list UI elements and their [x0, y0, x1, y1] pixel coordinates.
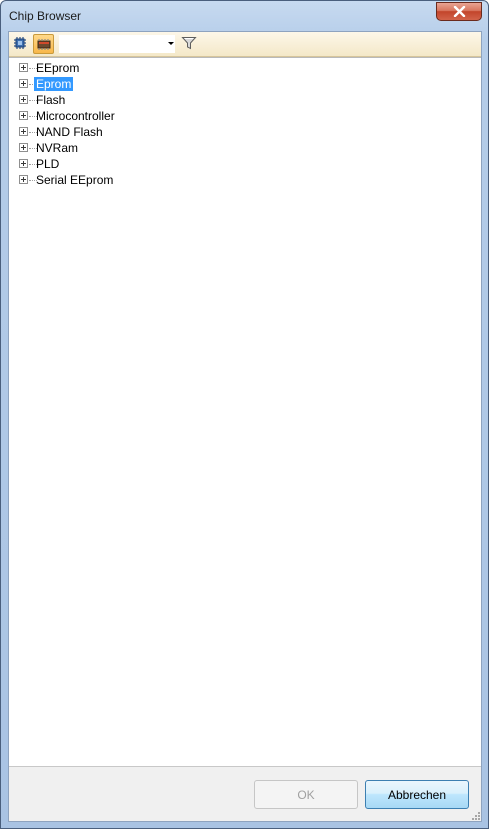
cancel-button[interactable]: Abbrechen: [365, 780, 469, 809]
expand-plus-icon[interactable]: [19, 143, 28, 152]
chip-browser-window: Chip Browser EEprom Eprom Flash Microcon…: [0, 0, 489, 829]
tree-item[interactable]: NAND Flash: [17, 124, 317, 140]
ok-button[interactable]: OK: [254, 780, 358, 809]
chip-package-icon: [37, 39, 51, 50]
tree-item[interactable]: NVRam: [17, 140, 317, 156]
tree-item-label[interactable]: NVRam: [34, 141, 80, 155]
dropdown-arrow-icon[interactable]: [166, 36, 176, 50]
tree-item-label[interactable]: Eprom: [34, 77, 74, 91]
chip-filter-combo[interactable]: [59, 35, 175, 53]
expand-plus-icon[interactable]: [19, 63, 28, 72]
expand-plus-icon[interactable]: [19, 111, 28, 120]
expand-plus-icon[interactable]: [19, 79, 28, 88]
filter-icon[interactable]: [181, 35, 197, 51]
close-button[interactable]: [436, 2, 482, 21]
tree-item[interactable]: Serial EEprom: [17, 172, 317, 188]
window-title: Chip Browser: [9, 9, 82, 23]
chip-tree-icon: [14, 37, 26, 49]
tree-item-label[interactable]: PLD: [34, 157, 61, 171]
tree-item-label[interactable]: Serial EEprom: [34, 173, 115, 187]
tree-item-label[interactable]: Flash: [34, 93, 67, 107]
toolbar: [9, 32, 481, 57]
tree-item[interactable]: Microcontroller: [17, 108, 317, 124]
resize-grip-icon[interactable]: [469, 809, 481, 821]
expand-plus-icon[interactable]: [19, 175, 28, 184]
title-bar[interactable]: Chip Browser: [1, 1, 488, 31]
chip-tree[interactable]: EEprom Eprom Flash Microcontroller NAND: [9, 57, 481, 767]
close-icon: [453, 6, 466, 17]
tree-item-label[interactable]: Microcontroller: [34, 109, 117, 123]
chip-tree-view-button[interactable]: [10, 34, 31, 54]
dialog-footer: OK Abbrechen: [9, 768, 481, 821]
client-area: EEprom Eprom Flash Microcontroller NAND: [8, 31, 482, 822]
tree-item[interactable]: PLD: [17, 156, 317, 172]
chip-package-view-button[interactable]: [33, 34, 54, 54]
tree-item[interactable]: EEprom: [17, 60, 317, 76]
tree-item-label[interactable]: NAND Flash: [34, 125, 105, 139]
expand-plus-icon[interactable]: [19, 159, 28, 168]
tree-item[interactable]: Eprom: [17, 76, 317, 92]
tree-item[interactable]: Flash: [17, 92, 317, 108]
tree-item-label[interactable]: EEprom: [34, 61, 81, 75]
expand-plus-icon[interactable]: [19, 127, 28, 136]
expand-plus-icon[interactable]: [19, 95, 28, 104]
